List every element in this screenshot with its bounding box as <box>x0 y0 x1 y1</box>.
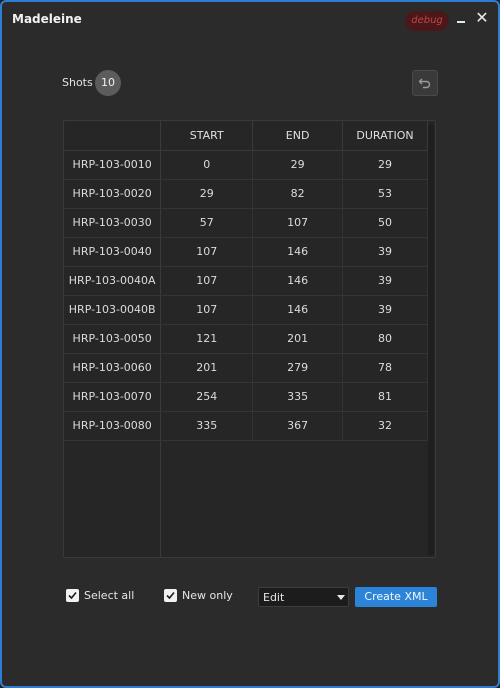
row-header-name[interactable]: HRP-103-0080 <box>64 411 162 441</box>
table-header-row: START END DURATION <box>64 121 428 151</box>
start-cell[interactable]: 121 <box>160 324 254 354</box>
debug-badge: debug <box>405 11 449 31</box>
start-cell[interactable]: 107 <box>160 237 254 267</box>
close-icon[interactable]: ✕ <box>474 10 490 26</box>
table-row[interactable]: HRP-103-0030 57 107 50 <box>64 208 428 238</box>
row-header-name[interactable]: HRP-103-0040B <box>64 295 162 325</box>
row-header-name[interactable]: HRP-103-0050 <box>64 324 162 354</box>
select-all-label: Select all <box>84 589 135 602</box>
duration-cell[interactable]: 39 <box>342 237 428 267</box>
end-cell[interactable]: 201 <box>252 324 344 354</box>
row-header-name[interactable]: HRP-103-0060 <box>64 353 162 383</box>
end-cell[interactable]: 146 <box>252 266 344 296</box>
create-xml-button[interactable]: Create XML <box>355 587 437 607</box>
select-all-checkbox[interactable]: Select all <box>66 588 146 604</box>
start-cell[interactable]: 107 <box>160 295 254 325</box>
new-only-label: New only <box>182 589 233 602</box>
title-bar[interactable]: Madeleine debug ✕ <box>2 2 498 40</box>
start-cell[interactable]: 107 <box>160 266 254 296</box>
app-title: Madeleine <box>12 12 82 26</box>
table-row[interactable]: HRP-103-0040B 107 146 39 <box>64 295 428 325</box>
new-only-check-box[interactable] <box>164 589 177 602</box>
app-window: Madeleine debug ✕ Shots 10 START END DUR… <box>0 0 500 688</box>
end-cell[interactable]: 82 <box>252 179 344 209</box>
table-row[interactable]: HRP-103-0080 335 367 32 <box>64 411 428 441</box>
duration-cell[interactable]: 81 <box>342 382 428 412</box>
mode-dropdown[interactable]: Edit <box>258 587 349 607</box>
row-header-name[interactable]: HRP-103-0040A <box>64 266 162 296</box>
column-header-end[interactable]: END <box>252 121 344 151</box>
check-icon <box>68 591 77 600</box>
row-header-name[interactable]: HRP-103-0020 <box>64 179 162 209</box>
new-only-checkbox[interactable]: New only <box>164 588 244 604</box>
row-header-name[interactable]: HRP-103-0040 <box>64 237 162 267</box>
shots-grid: START END DURATION HRP-103-0010 0 29 29 HRP-… <box>64 121 428 441</box>
column-header-start[interactable]: START <box>160 121 254 151</box>
mode-dropdown-value: Edit <box>263 591 285 604</box>
table-row[interactable]: HRP-103-0060 201 279 78 <box>64 353 428 383</box>
duration-cell[interactable]: 78 <box>342 353 428 383</box>
shots-label: Shots <box>62 76 93 89</box>
table-row[interactable]: HRP-103-0050 121 201 80 <box>64 324 428 354</box>
end-cell[interactable]: 146 <box>252 295 344 325</box>
start-cell[interactable]: 29 <box>160 179 254 209</box>
duration-cell[interactable]: 53 <box>342 179 428 209</box>
table-scrollbar[interactable] <box>428 124 434 556</box>
table-row[interactable]: HRP-103-0010 0 29 29 <box>64 150 428 180</box>
table-row[interactable]: HRP-103-0040A 107 146 39 <box>64 266 428 296</box>
minimize-icon[interactable] <box>454 10 470 26</box>
chevron-down-icon <box>337 595 345 600</box>
select-all-check-box[interactable] <box>66 589 79 602</box>
check-icon <box>166 591 175 600</box>
table-row[interactable]: HRP-103-0040 107 146 39 <box>64 237 428 267</box>
shots-count-badge: 10 <box>95 70 121 96</box>
end-cell[interactable]: 29 <box>252 150 344 180</box>
duration-cell[interactable]: 39 <box>342 295 428 325</box>
shots-table: START END DURATION HRP-103-0010 0 29 29 HRP-… <box>63 120 436 558</box>
start-cell[interactable]: 254 <box>160 382 254 412</box>
duration-cell[interactable]: 39 <box>342 266 428 296</box>
duration-cell[interactable]: 50 <box>342 208 428 238</box>
undo-icon <box>418 78 431 89</box>
end-cell[interactable]: 107 <box>252 208 344 238</box>
start-cell[interactable]: 201 <box>160 353 254 383</box>
duration-cell[interactable]: 29 <box>342 150 428 180</box>
start-cell[interactable]: 335 <box>160 411 254 441</box>
table-row[interactable]: HRP-103-0070 254 335 81 <box>64 382 428 412</box>
table-row[interactable]: HRP-103-0020 29 82 53 <box>64 179 428 209</box>
duration-cell[interactable]: 32 <box>342 411 428 441</box>
row-header-name[interactable]: HRP-103-0030 <box>64 208 162 238</box>
row-header-name[interactable]: HRP-103-0010 <box>64 150 162 180</box>
duration-cell[interactable]: 80 <box>342 324 428 354</box>
undo-button[interactable] <box>412 70 438 96</box>
end-cell[interactable]: 335 <box>252 382 344 412</box>
row-header-name[interactable]: HRP-103-0070 <box>64 382 162 412</box>
start-cell[interactable]: 0 <box>160 150 254 180</box>
end-cell[interactable]: 279 <box>252 353 344 383</box>
end-cell[interactable]: 367 <box>252 411 344 441</box>
column-header-duration[interactable]: DURATION <box>342 121 428 151</box>
table-corner <box>64 121 162 151</box>
end-cell[interactable]: 146 <box>252 237 344 267</box>
start-cell[interactable]: 57 <box>160 208 254 238</box>
